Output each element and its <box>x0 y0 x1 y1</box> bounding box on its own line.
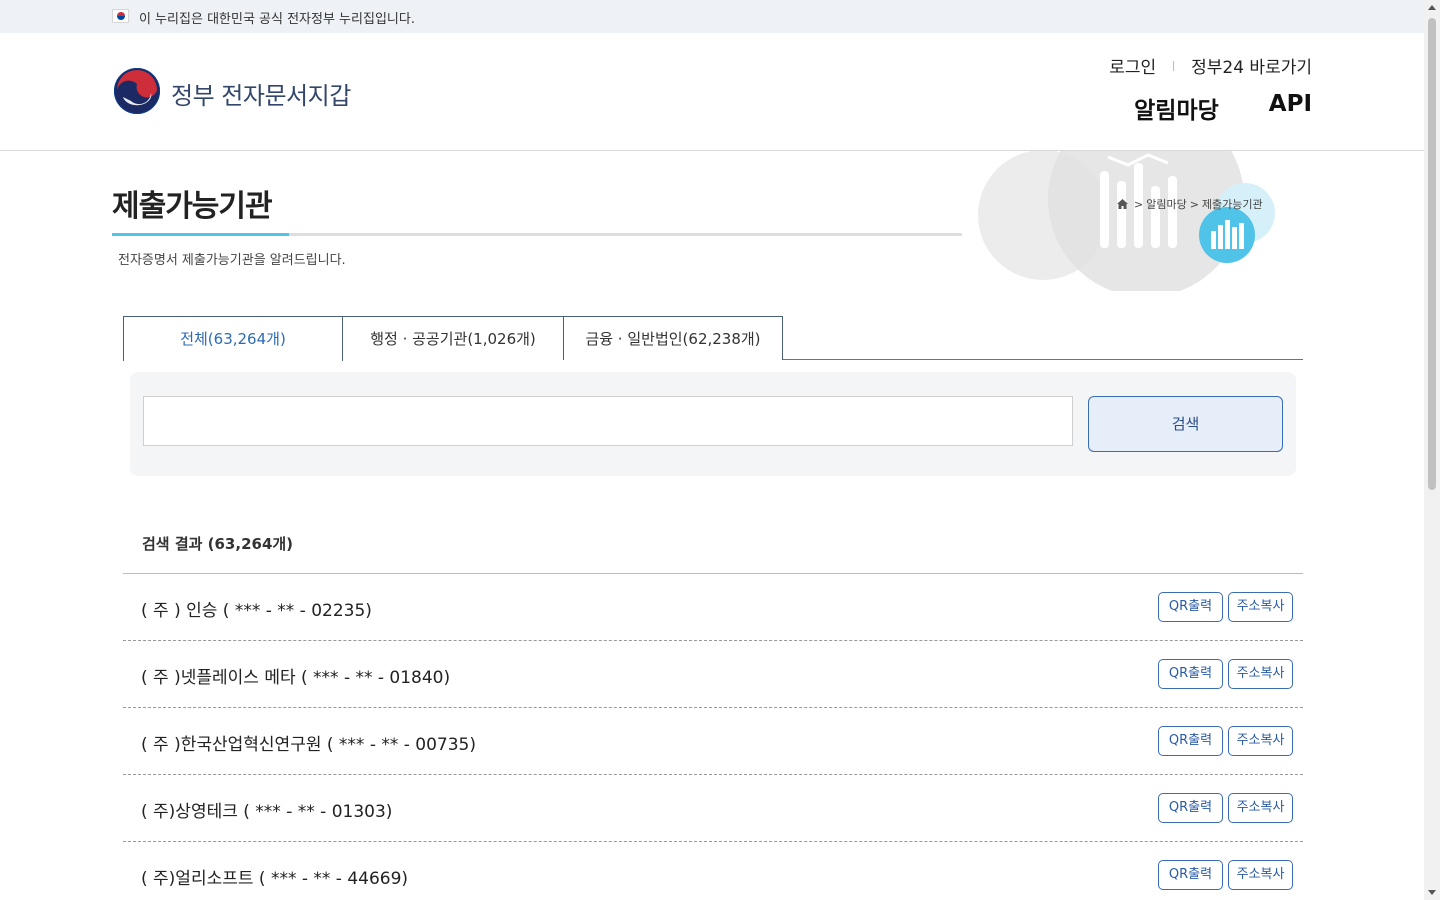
site-title[interactable]: 정부 전자문서지갑 <box>171 76 351 111</box>
nav-item-api[interactable]: API <box>1269 91 1312 125</box>
search-panel: 검색 <box>130 372 1296 476</box>
institution-name: ( 주 )한국산업혁신연구원 ( *** - ** - 00735) <box>141 735 477 755</box>
list-item: ( 주 )한국산업혁신연구원 ( *** - ** - 00735) QR출력 … <box>123 708 1303 775</box>
search-input[interactable] <box>143 396 1073 446</box>
divider <box>1173 60 1175 71</box>
copy-address-button[interactable]: 주소복사 <box>1228 860 1293 890</box>
page-title: 제출가능기관 <box>112 189 273 224</box>
institution-name: ( 주)상영테크 ( *** - ** - 01303) <box>141 802 393 822</box>
scrollbar-thumb[interactable] <box>1428 18 1436 490</box>
copy-address-button[interactable]: 주소복사 <box>1228 592 1293 622</box>
tab-financial-corporations[interactable]: 금융 · 일반법인(62,238개) <box>563 316 783 360</box>
tab-all[interactable]: 전체(63,264개) <box>123 316 343 361</box>
main-nav: 알림마당 API <box>1134 91 1312 125</box>
gov24-link[interactable]: 정부24 바로가기 <box>1191 53 1312 78</box>
page-description: 전자증명서 제출가능기관을 알려드립니다. <box>118 253 346 268</box>
list-item: ( 주)상영테크 ( *** - ** - 01303) QR출력 주소복사 <box>123 775 1303 842</box>
breadcrumb-item-notice[interactable]: 알림마당 <box>1146 196 1186 212</box>
result-list: ( 주 ) 인승 ( *** - ** - 02235) QR출력 주소복사 (… <box>123 573 1303 900</box>
institution-name: ( 주 )넷플레이스 메타 ( *** - ** - 01840) <box>141 668 451 688</box>
qr-print-button[interactable]: QR출력 <box>1158 860 1223 890</box>
qr-print-button[interactable]: QR출력 <box>1158 659 1223 689</box>
breadcrumb-item-current: 제출가능기관 <box>1201 198 1263 211</box>
copy-address-button[interactable]: 주소복사 <box>1228 659 1293 689</box>
list-item: ( 주)얼리소프트 ( *** - ** - 44669) QR출력 주소복사 <box>123 842 1303 900</box>
institution-name: ( 주 ) 인승 ( *** - ** - 02235) <box>141 601 372 621</box>
government-logo-icon[interactable] <box>113 67 161 115</box>
copy-address-button[interactable]: 주소복사 <box>1228 793 1293 823</box>
decorative-illustration <box>978 151 1275 291</box>
result-count: 검색 결과 (63,264개) <box>142 535 294 553</box>
qr-print-button[interactable]: QR출력 <box>1158 592 1223 622</box>
breadcrumb-separator: > <box>1134 197 1144 211</box>
login-link[interactable]: 로그인 <box>1109 53 1156 78</box>
search-button[interactable]: 검색 <box>1088 396 1283 452</box>
utility-links: 로그인 정부24 바로가기 <box>1109 53 1312 78</box>
gov-banner: 이 누리집은 대한민국 공식 전자정부 누리집입니다. <box>0 0 1424 33</box>
korea-flag-icon <box>112 9 129 23</box>
tab-list: 전체(63,264개) 행정 · 공공기관(1,026개) 금융 · 일반법인(… <box>123 316 1303 361</box>
qr-print-button[interactable]: QR출력 <box>1158 793 1223 823</box>
tab-public-institutions[interactable]: 행정 · 공공기관(1,026개) <box>342 316 564 360</box>
scroll-up-icon[interactable] <box>1428 5 1436 10</box>
breadcrumb-separator: > <box>1189 197 1199 211</box>
scroll-down-icon[interactable] <box>1428 890 1436 895</box>
page-scrollbar[interactable] <box>1424 0 1440 900</box>
site-header: 정부 전자문서지갑 로그인 정부24 바로가기 알림마당 API <box>0 33 1424 151</box>
breadcrumb: > 알림마당 > 제출가능기관 <box>1117 196 1263 212</box>
list-item: ( 주 )넷플레이스 메타 ( *** - ** - 01840) QR출력 주… <box>123 641 1303 708</box>
nav-item-notice[interactable]: 알림마당 <box>1134 91 1219 125</box>
qr-print-button[interactable]: QR출력 <box>1158 726 1223 756</box>
list-item: ( 주 ) 인승 ( *** - ** - 02235) QR출력 주소복사 <box>123 574 1303 641</box>
institution-name: ( 주)얼리소프트 ( *** - ** - 44669) <box>141 869 409 889</box>
gov-banner-text: 이 누리집은 대한민국 공식 전자정부 누리집입니다. <box>139 12 415 27</box>
home-icon[interactable] <box>1117 199 1128 209</box>
title-underline <box>112 233 962 236</box>
copy-address-button[interactable]: 주소복사 <box>1228 726 1293 756</box>
